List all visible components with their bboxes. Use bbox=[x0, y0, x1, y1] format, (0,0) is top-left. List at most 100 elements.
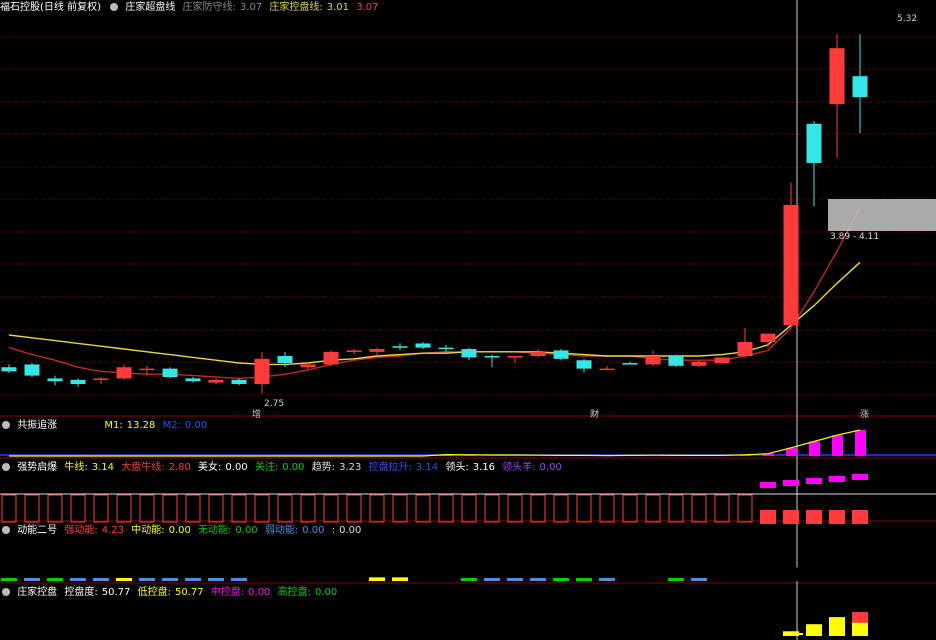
p2-bar bbox=[806, 510, 822, 524]
p4-item-value: 50.77 bbox=[174, 587, 204, 598]
p2-bar bbox=[691, 494, 707, 523]
p3-bar bbox=[622, 578, 638, 581]
p3-bar bbox=[254, 578, 270, 581]
p3-bar bbox=[461, 578, 477, 581]
panel4-header: 庄家控盘 控盘度: 50.77 低控盘: 50.77 中控盘: 0.00 高控盘: 0.… bbox=[0, 585, 341, 601]
p4-item-label: 控盘度: bbox=[64, 587, 98, 598]
p3-item-label: 强动能: bbox=[64, 525, 98, 536]
p3-item-label: 中动能: bbox=[131, 525, 165, 536]
p2-bar bbox=[208, 494, 224, 523]
candle-body bbox=[392, 346, 408, 348]
candle-body bbox=[438, 347, 454, 350]
candle-body bbox=[70, 379, 86, 385]
p4-item-value: 0.00 bbox=[314, 587, 338, 598]
m1-bar bbox=[855, 430, 866, 456]
settings-icon[interactable] bbox=[110, 3, 119, 11]
p2-bar bbox=[783, 510, 799, 524]
p2-bar bbox=[737, 494, 753, 523]
p3-bar bbox=[369, 577, 385, 581]
p2-top-mark bbox=[783, 480, 799, 486]
p2-top-mark bbox=[852, 474, 868, 480]
p2-bar bbox=[24, 494, 40, 523]
p2-item-label: 美女: bbox=[198, 462, 222, 473]
candle-body bbox=[369, 349, 385, 352]
p4-item-label: 高控盘: bbox=[277, 587, 311, 598]
p3-bar bbox=[70, 578, 86, 581]
m1-bar bbox=[832, 435, 843, 456]
p2-bar bbox=[346, 494, 362, 523]
candle-body bbox=[139, 368, 155, 371]
candle-body bbox=[231, 379, 247, 385]
p3-bar bbox=[829, 542, 845, 581]
p3-bar bbox=[323, 577, 339, 581]
p2-bar bbox=[852, 510, 868, 524]
settings-icon[interactable] bbox=[2, 421, 10, 429]
p2-bar bbox=[185, 494, 201, 523]
candle-body bbox=[300, 364, 316, 368]
p2-bar bbox=[576, 494, 592, 523]
p2-bar bbox=[254, 494, 270, 523]
candle-body bbox=[622, 363, 638, 365]
p3-bar bbox=[553, 578, 569, 581]
candle-body bbox=[760, 333, 776, 343]
indicator-name[interactable]: 庄家超盘线 bbox=[125, 2, 175, 13]
p2-bar bbox=[231, 494, 247, 523]
panel3-name[interactable]: 动能二号 bbox=[17, 525, 57, 536]
high-price-label: 5.32 bbox=[897, 14, 918, 24]
p3-item-label: : bbox=[331, 525, 336, 536]
p2-bar bbox=[70, 494, 86, 523]
p2-bar bbox=[484, 494, 500, 523]
settings-icon[interactable] bbox=[2, 463, 10, 471]
p4-bar-top bbox=[852, 612, 868, 623]
candle-body bbox=[116, 367, 132, 379]
p3-bar bbox=[208, 578, 224, 581]
candle-body bbox=[645, 356, 661, 365]
candle-body bbox=[1, 367, 17, 372]
candle-body bbox=[484, 356, 500, 358]
panel3-header: 动能二号 强动能: 4.23 中动能: 0.00 无动能: 0.00 弱动能: 0.00… bbox=[0, 523, 365, 539]
candle-body bbox=[553, 350, 569, 359]
marker-up: 涨 bbox=[860, 410, 870, 420]
candle-body bbox=[806, 123, 822, 163]
candle-body bbox=[93, 378, 109, 380]
settings-icon[interactable] bbox=[2, 526, 10, 534]
p3-item-value: 0.00 bbox=[235, 525, 258, 536]
p4-bar bbox=[806, 624, 822, 636]
p2-item-value: 0.00 bbox=[539, 462, 562, 473]
marker-finance: 财 bbox=[590, 410, 600, 420]
p3-bar bbox=[576, 578, 592, 581]
candle-body bbox=[415, 343, 431, 348]
candle-body bbox=[783, 204, 799, 326]
p4-item-value: 50.77 bbox=[101, 587, 131, 598]
panel2-name[interactable]: 强势启爆 bbox=[17, 462, 57, 473]
p2-bar bbox=[714, 494, 730, 523]
m2-label: M2: bbox=[162, 420, 181, 431]
panel4-name[interactable]: 庄家控盘 bbox=[17, 587, 57, 598]
p2-item-value: 3.23 bbox=[339, 462, 362, 473]
candle-body bbox=[185, 378, 201, 382]
candle-body bbox=[346, 350, 362, 352]
candle-body bbox=[277, 356, 293, 364]
p2-item-label: 趋势: bbox=[311, 462, 336, 473]
p2-bar bbox=[461, 494, 477, 523]
p3-bar bbox=[484, 578, 500, 581]
p3-bar bbox=[714, 577, 730, 581]
panel1-name[interactable]: 共振追涨 bbox=[17, 420, 57, 431]
p2-bar bbox=[162, 494, 178, 523]
candle-body bbox=[852, 76, 868, 98]
m1-value: 13.28 bbox=[126, 420, 156, 431]
candle-body bbox=[162, 368, 178, 378]
p3-bar bbox=[139, 578, 155, 581]
p2-item-value: 0.00 bbox=[282, 462, 305, 473]
p2-bar bbox=[530, 494, 546, 523]
target-zone-box bbox=[828, 199, 936, 231]
p4-item-label: 中控盘: bbox=[210, 587, 245, 598]
candle-body bbox=[576, 360, 592, 369]
p3-item-label: 弱动能: bbox=[264, 525, 299, 536]
p2-item-label: 领头羊: bbox=[502, 462, 536, 473]
p3-bar bbox=[438, 578, 454, 581]
settings-icon[interactable] bbox=[2, 588, 10, 596]
p2-top-mark bbox=[829, 476, 845, 482]
p2-bar bbox=[645, 494, 661, 523]
kline-chart[interactable] bbox=[0, 0, 936, 640]
